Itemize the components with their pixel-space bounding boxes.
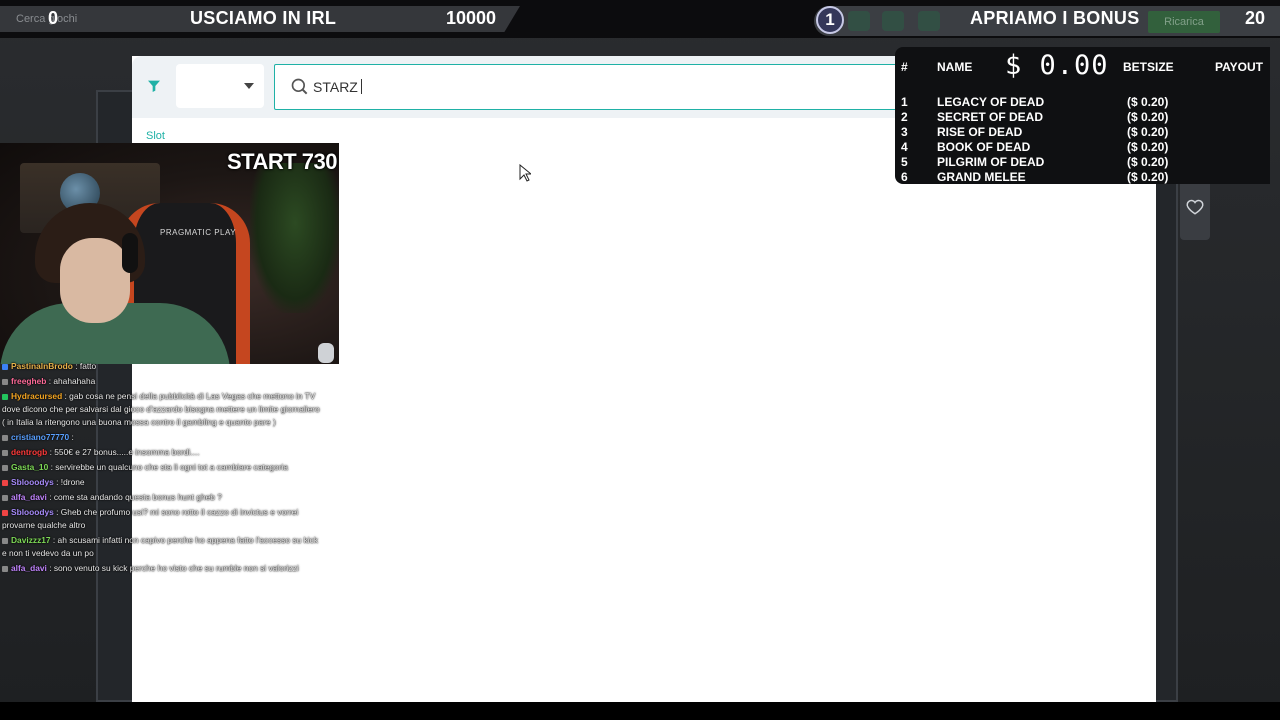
bonus-row: 5 PILGRIM OF DEAD ($ 0.20) <box>901 155 1261 170</box>
bottom-letterbox <box>0 702 1280 720</box>
chat-badge-icon <box>2 510 8 516</box>
bonus-row-num: 2 <box>901 110 908 124</box>
chat-message: freegheb : ahahahaha <box>2 375 322 388</box>
chat-text: : servirebbe un qualcuno che sta li ogni… <box>50 462 289 472</box>
chat-overlay: PastinaInBrodo : fatto freegheb : ahahaha… <box>2 360 322 577</box>
bonus-col-betsize: BETSIZE <box>1123 60 1174 74</box>
chat-message: Davizzz17 : ah scusami infatti non capiv… <box>2 534 322 560</box>
chat-text: : 550€ e 27 bonus.....e insomma bordi...… <box>49 447 200 457</box>
chair-brand-logo: PRAGMATIC PLAY <box>160 228 237 237</box>
bonus-row: 1 LEGACY OF DEAD ($ 0.20) <box>901 95 1261 110</box>
irl-goal-target: 10000 <box>446 8 497 28</box>
chat-username[interactable]: Gasta_10 <box>11 462 48 472</box>
bonus-row-name: PILGRIM OF DEAD <box>937 155 1045 169</box>
chat-username[interactable]: dentrogb <box>11 447 47 457</box>
bonus-row-num: 6 <box>901 170 908 184</box>
game-search-input[interactable] <box>274 64 914 110</box>
chat-badge-icon <box>2 435 8 441</box>
bonus-col-num: # <box>901 60 908 74</box>
favorite-heart-icon[interactable] <box>1186 198 1204 216</box>
chat-badge-icon <box>2 450 8 456</box>
bonus-row-name: RISE OF DEAD <box>937 125 1023 139</box>
reload-button-ghost: Ricarica <box>1148 11 1220 33</box>
chat-username[interactable]: Sblooodys <box>11 507 54 517</box>
bonus-col-name: NAME <box>937 60 973 74</box>
chat-badge-icon <box>2 379 8 385</box>
chat-message: PastinaInBrodo : fatto <box>2 360 322 373</box>
chat-message: Sblooodys : Gheb che profumo usi? mi son… <box>2 506 322 532</box>
bonus-row-bet: ($ 0.20) <box>1127 155 1169 169</box>
chat-message: cristiano77770 : <box>2 431 322 444</box>
search-query[interactable]: STARZ <box>313 79 362 95</box>
chat-username[interactable]: freegheb <box>11 376 46 386</box>
webcam-feed: PRAGMATIC PLAY START 730 <box>0 143 339 364</box>
chat-text: : ahahahaha <box>48 376 96 386</box>
chat-username[interactable]: Sblooodys <box>11 477 54 487</box>
bonus-row-name: BOOK OF DEAD <box>937 140 1031 154</box>
chat-message: Gasta_10 : servirebbe un qualcuno che st… <box>2 461 322 474</box>
chevron-down-icon[interactable] <box>244 83 254 89</box>
chat-username[interactable]: Davizzz17 <box>11 535 51 545</box>
chat-message: Hydracursed : gab cosa ne pensi della pu… <box>2 390 322 429</box>
ghost-mail-icon <box>918 11 940 31</box>
chat-badge-icon <box>2 538 8 544</box>
chat-username[interactable]: PastinaInBrodo <box>11 361 73 371</box>
bonus-total: $ 0.00 <box>1005 50 1109 81</box>
chat-badge-icon <box>2 394 8 400</box>
bonus-row-num: 5 <box>901 155 908 169</box>
chat-username[interactable]: Hydracursed <box>11 391 62 401</box>
bonus-row-name: GRAND MELEE <box>937 170 1026 184</box>
plant-decor <box>250 163 339 313</box>
streamer-face <box>60 238 130 323</box>
bonus-hunt-title: APRIAMO I BONUS <box>970 8 1140 28</box>
bonus-count: 20 <box>1245 8 1266 28</box>
chat-text: : fatto <box>75 361 97 371</box>
chat-message: alfa_davi : sono venuto su kick perche h… <box>2 562 322 575</box>
chat-badge-icon <box>2 465 8 471</box>
bonus-badge: 1 <box>816 6 844 34</box>
start-balance-overlay: START 730 <box>226 149 338 174</box>
bonus-row-bet: ($ 0.20) <box>1127 170 1169 184</box>
headphone <box>122 233 138 273</box>
bonus-row: 3 RISE OF DEAD ($ 0.20) <box>901 125 1261 140</box>
bonus-row-bet: ($ 0.20) <box>1127 110 1169 124</box>
bonus-rows: 1 LEGACY OF DEAD ($ 0.20) 2 SECRET OF DEAD ($… <box>901 95 1261 185</box>
bonus-row-name: SECRET OF DEAD <box>937 110 1044 124</box>
bonus-row-num: 3 <box>901 125 908 139</box>
stream-frame: Cerca giochi 0 USCIAMO IN IRL 10000 Rica… <box>0 0 1280 720</box>
chat-message: alfa_davi : come sta andando questa bonu… <box>2 491 322 504</box>
bonus-row: 6 GRAND MELEE ($ 0.20) <box>901 170 1261 185</box>
filter-icon[interactable] <box>146 78 162 94</box>
mouse-cursor-icon <box>519 164 531 182</box>
bonus-row-name: LEGACY OF DEAD <box>937 95 1045 109</box>
search-icon <box>291 78 308 95</box>
ghost-toolbar-icon <box>848 11 870 31</box>
bonus-row-bet: ($ 0.20) <box>1127 125 1169 139</box>
bonus-row-num: 1 <box>901 95 908 109</box>
bonus-row-bet: ($ 0.20) <box>1127 95 1169 109</box>
bonus-row-num: 4 <box>901 140 908 154</box>
chat-badge-icon <box>2 566 8 572</box>
browser-search-ghost: Cerca giochi <box>16 13 78 25</box>
bonus-col-payout: PAYOUT <box>1215 60 1264 74</box>
chat-text: : sono venuto su kick perche ho visto ch… <box>49 563 299 573</box>
ghost-toolbar-icon <box>882 11 904 31</box>
chat-badge-icon <box>2 364 8 370</box>
chat-username[interactable]: alfa_davi <box>11 563 47 573</box>
chat-username[interactable]: alfa_davi <box>11 492 47 502</box>
bonus-row-bet: ($ 0.20) <box>1127 140 1169 154</box>
irl-counter: 0 <box>48 8 59 28</box>
chat-badge-icon <box>2 495 8 501</box>
irl-goal-title: USCIAMO IN IRL <box>190 8 337 28</box>
category-label[interactable]: Slot <box>146 130 165 142</box>
chat-message: dentrogb : 550€ e 27 bonus.....e insomma… <box>2 446 322 459</box>
chat-badge-icon <box>2 480 8 486</box>
chat-text: : come sta andando questa bonus hunt ghe… <box>49 492 222 502</box>
chat-text: : !drone <box>56 477 85 487</box>
chat-username[interactable]: cristiano77770 <box>11 432 69 442</box>
chat-message: Sblooodys : !drone <box>2 476 322 489</box>
chat-text: : <box>71 432 74 442</box>
bonus-row: 2 SECRET OF DEAD ($ 0.20) <box>901 110 1261 125</box>
bonus-row: 4 BOOK OF DEAD ($ 0.20) <box>901 140 1261 155</box>
